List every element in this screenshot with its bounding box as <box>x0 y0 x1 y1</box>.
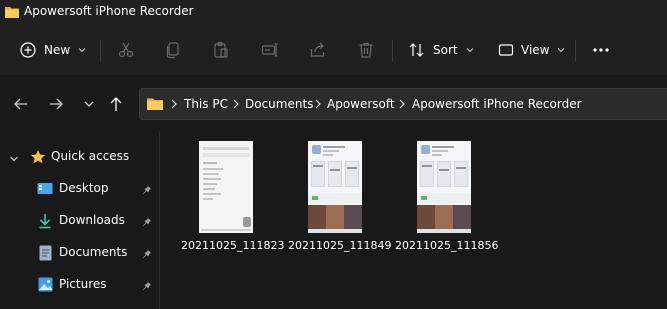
sidebar-item-downloads[interactable]: Downloads <box>0 207 158 235</box>
up-arrow-icon[interactable] <box>107 95 125 113</box>
sidebar-item-documents[interactable]: Documents <box>0 239 158 267</box>
file-item[interactable]: 20211025_111823 <box>181 141 285 261</box>
view-icon <box>498 43 514 57</box>
clipboard-icon <box>212 41 230 59</box>
sidebar-item-label: Downloads <box>59 213 125 227</box>
view-button-label: View <box>521 43 550 57</box>
plus-circle-icon <box>20 42 36 58</box>
picture-icon <box>38 277 53 295</box>
more-options-button[interactable] <box>592 38 610 62</box>
file-name: 20211025_111856 <box>395 239 499 252</box>
address-row: This PC Documents Apowersoft Apowersoft … <box>0 75 667 131</box>
folder-icon <box>4 5 20 22</box>
sidebar-item-label: Pictures <box>59 277 107 291</box>
file-item[interactable]: 20211025_111849 <box>288 141 392 261</box>
desktop-icon <box>37 182 53 199</box>
sidebar-item-desktop[interactable]: Desktop <box>0 175 158 203</box>
breadcrumb-separator-icon <box>232 98 240 110</box>
chevron-down-icon <box>466 47 474 53</box>
sidebar-item-label: Desktop <box>59 181 109 195</box>
file-view: 20211025_111823 20211025_111849 20211025… <box>161 131 667 309</box>
file-name: 20211025_111823 <box>181 239 285 252</box>
breadcrumb-separator-icon <box>398 98 406 110</box>
share-icon <box>309 41 327 59</box>
pin-icon <box>142 216 152 230</box>
navigation-pane: Quick access Desktop Downloads Documents <box>0 131 160 309</box>
star-icon <box>30 149 46 168</box>
chevron-down-icon <box>78 47 86 53</box>
toolbar-divider <box>392 40 393 62</box>
image-thumbnail <box>417 141 471 233</box>
rename-icon <box>261 41 279 59</box>
window-title: Apowersoft iPhone Recorder <box>24 4 194 18</box>
sort-button[interactable]: Sort <box>408 38 474 62</box>
pin-icon <box>142 248 152 262</box>
breadcrumb-apowersoft-iphone-recorder[interactable]: Apowersoft iPhone Recorder <box>412 97 582 111</box>
sidebar-item-label: Documents <box>59 245 128 259</box>
title-bar: Apowersoft iPhone Recorder <box>0 0 667 25</box>
chevron-down-icon <box>557 47 565 53</box>
folder-icon <box>146 97 164 114</box>
breadcrumb-apowersoft[interactable]: Apowersoft <box>327 97 395 111</box>
share-button[interactable] <box>309 38 327 62</box>
copy-icon <box>164 41 182 59</box>
trash-icon <box>357 41 375 59</box>
view-button[interactable]: View <box>498 38 565 62</box>
delete-button[interactable] <box>357 38 375 62</box>
chevron-down-icon <box>9 152 19 166</box>
toolbar-divider <box>575 40 576 62</box>
copy-button[interactable] <box>164 38 182 62</box>
download-icon <box>38 213 52 232</box>
more-dots-icon <box>592 47 610 53</box>
sort-button-label: Sort <box>433 43 458 57</box>
breadcrumb-separator-icon <box>170 98 178 110</box>
breadcrumb-separator-icon <box>314 98 322 110</box>
sidebar-item-label: Quick access <box>51 149 130 163</box>
pin-icon <box>142 280 152 294</box>
scissors-icon <box>117 41 135 59</box>
forward-arrow-icon[interactable] <box>47 95 65 113</box>
rename-button[interactable] <box>261 38 279 62</box>
document-icon <box>39 245 52 264</box>
recent-locations-chevron-icon[interactable] <box>80 95 98 113</box>
toolbar-divider <box>100 40 101 62</box>
file-name: 20211025_111849 <box>288 239 392 252</box>
command-bar: New Sort View <box>0 25 667 75</box>
paste-button[interactable] <box>212 38 230 62</box>
breadcrumb-this-pc[interactable]: This PC <box>184 97 228 111</box>
image-thumbnail <box>308 141 362 233</box>
file-item[interactable]: 20211025_111856 <box>395 141 499 261</box>
breadcrumb-documents[interactable]: Documents <box>245 97 313 111</box>
sidebar-item-quick-access[interactable]: Quick access <box>0 143 158 171</box>
back-arrow-icon[interactable] <box>12 95 30 113</box>
sidebar-item-pictures[interactable]: Pictures <box>0 271 158 299</box>
pin-icon <box>142 184 152 198</box>
address-bar[interactable]: This PC Documents Apowersoft Apowersoft … <box>139 88 667 120</box>
image-thumbnail <box>199 141 253 233</box>
sort-arrows-icon <box>408 42 426 58</box>
new-button[interactable]: New <box>20 38 86 62</box>
new-button-label: New <box>44 43 71 57</box>
cut-button[interactable] <box>117 38 135 62</box>
